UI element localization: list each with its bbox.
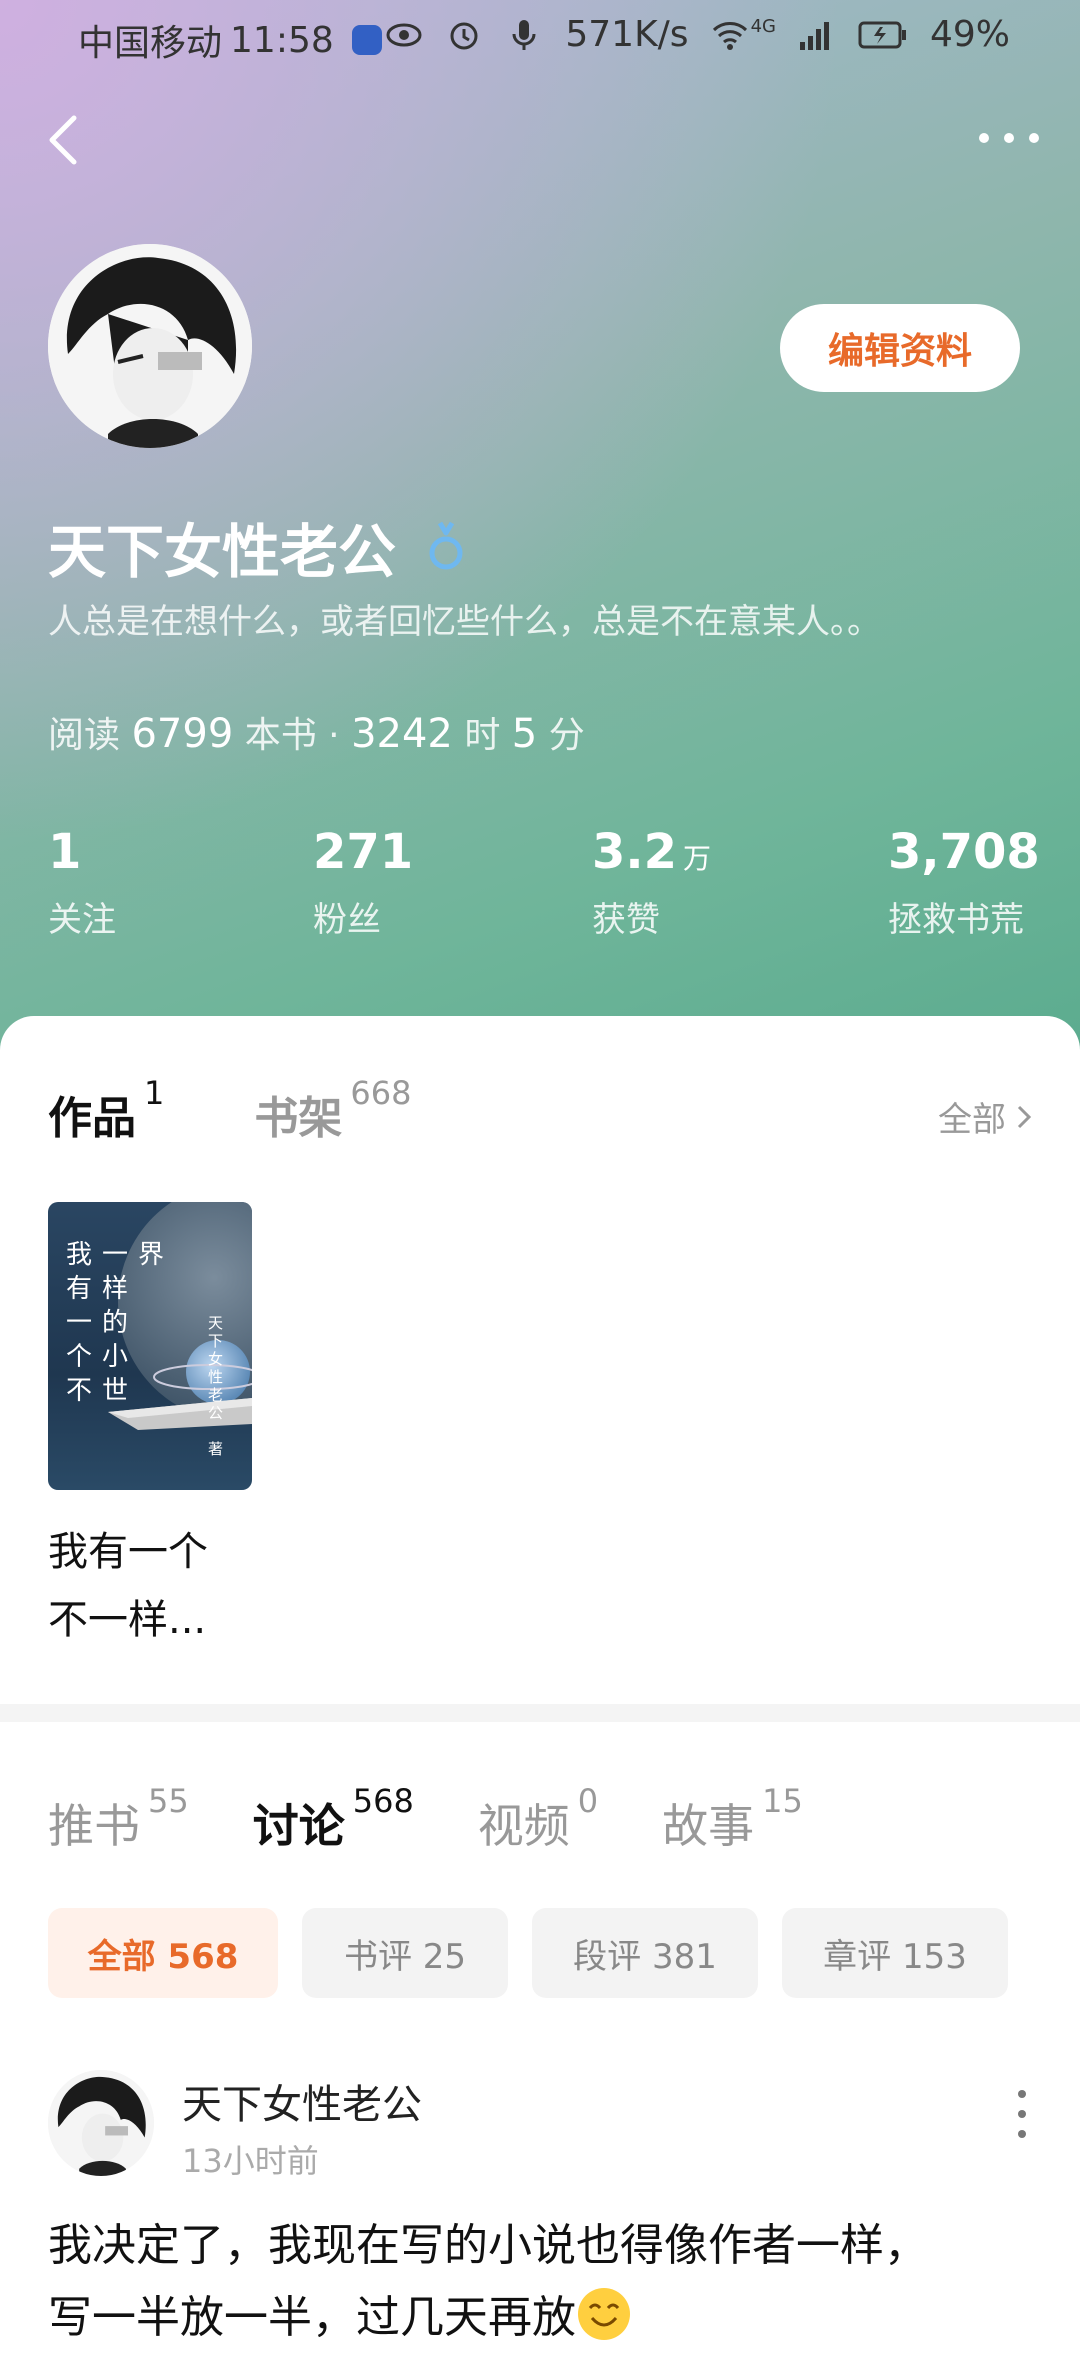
stat-following[interactable]: 1 关注 (48, 824, 116, 941)
cover-author-suffix: 著 (208, 1440, 224, 1458)
stat-number: 1 (48, 824, 82, 880)
cover-title-col2: 一样的小世 (102, 1240, 129, 1406)
book-title[interactable]: 我有一个 不一样... (48, 1518, 248, 1654)
chip-all[interactable]: 全部 568 (48, 1908, 278, 1998)
post-avatar-image (48, 2070, 154, 2176)
reading-books: 6799 (131, 711, 234, 757)
smile-emoji-icon (578, 2288, 630, 2340)
network-speed: 571K/s (565, 14, 689, 55)
stat-number: 3,708 (888, 824, 1040, 880)
view-all-link[interactable]: 全部 (938, 1092, 1032, 1141)
more-vertical-icon[interactable] (1012, 2086, 1032, 2142)
reading-minutes-unit: 分 (548, 715, 585, 756)
cover-author: 天下女性老公 (208, 1314, 224, 1422)
network-type: 4G (750, 16, 776, 37)
post-text[interactable]: 我决定了，我现在写的小说也得像作者一样， 写一半放一半，过几天再放 (48, 2210, 1038, 2354)
avatar-image (48, 244, 252, 448)
chip-book-review[interactable]: 书评 25 (302, 1908, 508, 1998)
chip-chapter-review[interactable]: 章评 153 (782, 1908, 1008, 1998)
cover-title-col3: 界 (138, 1240, 165, 1270)
works-tabs: 作品 1 书架 668 (48, 1074, 411, 1146)
male-icon (429, 521, 463, 570)
tab-count: 0 (577, 1782, 599, 1820)
signal-icon (799, 21, 829, 50)
stat-number: 271 (313, 824, 414, 880)
reading-hours: 3242 (351, 711, 453, 757)
feed-tabs: 推书 55 讨论 568 视频 0 故事 15 (48, 1782, 803, 1856)
eye-icon (386, 23, 422, 46)
mic-icon (512, 19, 536, 50)
tab-count: 568 (352, 1782, 414, 1820)
edit-profile-button[interactable]: 编辑资料 (780, 304, 1020, 392)
tab-video[interactable]: 视频 0 (477, 1782, 598, 1856)
reading-hours-unit: 时 (464, 715, 501, 756)
section-divider (0, 1704, 1080, 1722)
view-all-label: 全部 (938, 1100, 1006, 1140)
book-cover[interactable]: 我有一个不 一样的小世 界 天下女性老公 著 (48, 1202, 252, 1490)
stat-label: 拯救书荒 (888, 900, 1024, 940)
alarm-icon (450, 22, 478, 49)
app-notification-icon (351, 25, 382, 55)
chip-paragraph-review[interactable]: 段评 381 (532, 1908, 758, 1998)
tab-label: 推书 (48, 1799, 140, 1853)
more-horizontal-icon[interactable] (974, 118, 1044, 158)
battery-level: 49% (929, 14, 1010, 55)
stat-unit: 万 (683, 842, 712, 875)
chevron-right-icon (1017, 1105, 1032, 1128)
book-title-line: 我有一个 (48, 1529, 208, 1575)
post-time: 13小时前 (182, 2142, 319, 2180)
stat-likes[interactable]: 3.2 万 获赞 (592, 824, 711, 941)
stat-number: 3.2 (592, 824, 678, 880)
bio: 人总是在想什么，或者回忆些什么，总是不在意某人。。 (48, 602, 881, 642)
post-text-line: 我决定了，我现在写的小说也得像作者一样， (48, 2220, 928, 2271)
stat-rescue[interactable]: 3,708 拯救书荒 (888, 824, 1046, 941)
tab-count: 15 (762, 1782, 803, 1820)
tab-count: 1 (144, 1074, 165, 1112)
filter-chips: 全部 568 书评 25 段评 381 章评 153 (48, 1908, 1008, 1998)
username: 天下女性老公 (48, 505, 468, 589)
tab-discussion[interactable]: 讨论 568 (252, 1782, 414, 1856)
stat-label: 关注 (48, 900, 116, 940)
tab-count: 55 (148, 1782, 189, 1820)
reading-minutes: 5 (511, 711, 538, 757)
clock: 11:58 (230, 19, 334, 61)
stat-followers[interactable]: 271 粉丝 (313, 824, 419, 941)
username-text: 天下女性老公 (48, 518, 397, 586)
tab-count: 668 (350, 1074, 412, 1112)
reading-label: 阅读 (48, 715, 121, 756)
tab-label: 故事 (662, 1799, 755, 1853)
tab-label: 视频 (477, 1799, 570, 1853)
tab-label: 书架 (254, 1093, 343, 1144)
battery-icon (858, 21, 906, 48)
tab-story[interactable]: 故事 15 (662, 1782, 803, 1856)
cover-title-col1: 我有一个不 (66, 1240, 93, 1406)
post-author[interactable]: 天下女性老公 (182, 2072, 422, 2130)
reading-stats: 阅读 6799 本书 · 3242 时 5 分 (48, 706, 585, 758)
book-title-line: 不一样... (48, 1597, 207, 1643)
chevron-left-icon[interactable] (40, 110, 90, 170)
tab-works[interactable]: 作品 1 (48, 1074, 164, 1146)
reading-books-unit: 本书 · (244, 715, 340, 756)
post-text-line: 写一半放一半，过几天再放 (48, 2292, 576, 2343)
post-author-avatar[interactable] (48, 2070, 154, 2176)
carrier-label: 中国移动 (78, 23, 223, 64)
stat-label: 粉丝 (313, 900, 381, 940)
avatar[interactable] (48, 244, 252, 448)
tab-label: 讨论 (252, 1799, 345, 1853)
wifi-icon (712, 21, 747, 50)
status-bar: 中国移动 11:58 571K/s 4G 49% (0, 0, 1080, 74)
stat-label: 获赞 (592, 900, 660, 940)
tab-recommend[interactable]: 推书 55 (48, 1782, 189, 1856)
tab-label: 作品 (48, 1093, 136, 1144)
tab-bookshelf[interactable]: 书架 668 (254, 1074, 411, 1146)
